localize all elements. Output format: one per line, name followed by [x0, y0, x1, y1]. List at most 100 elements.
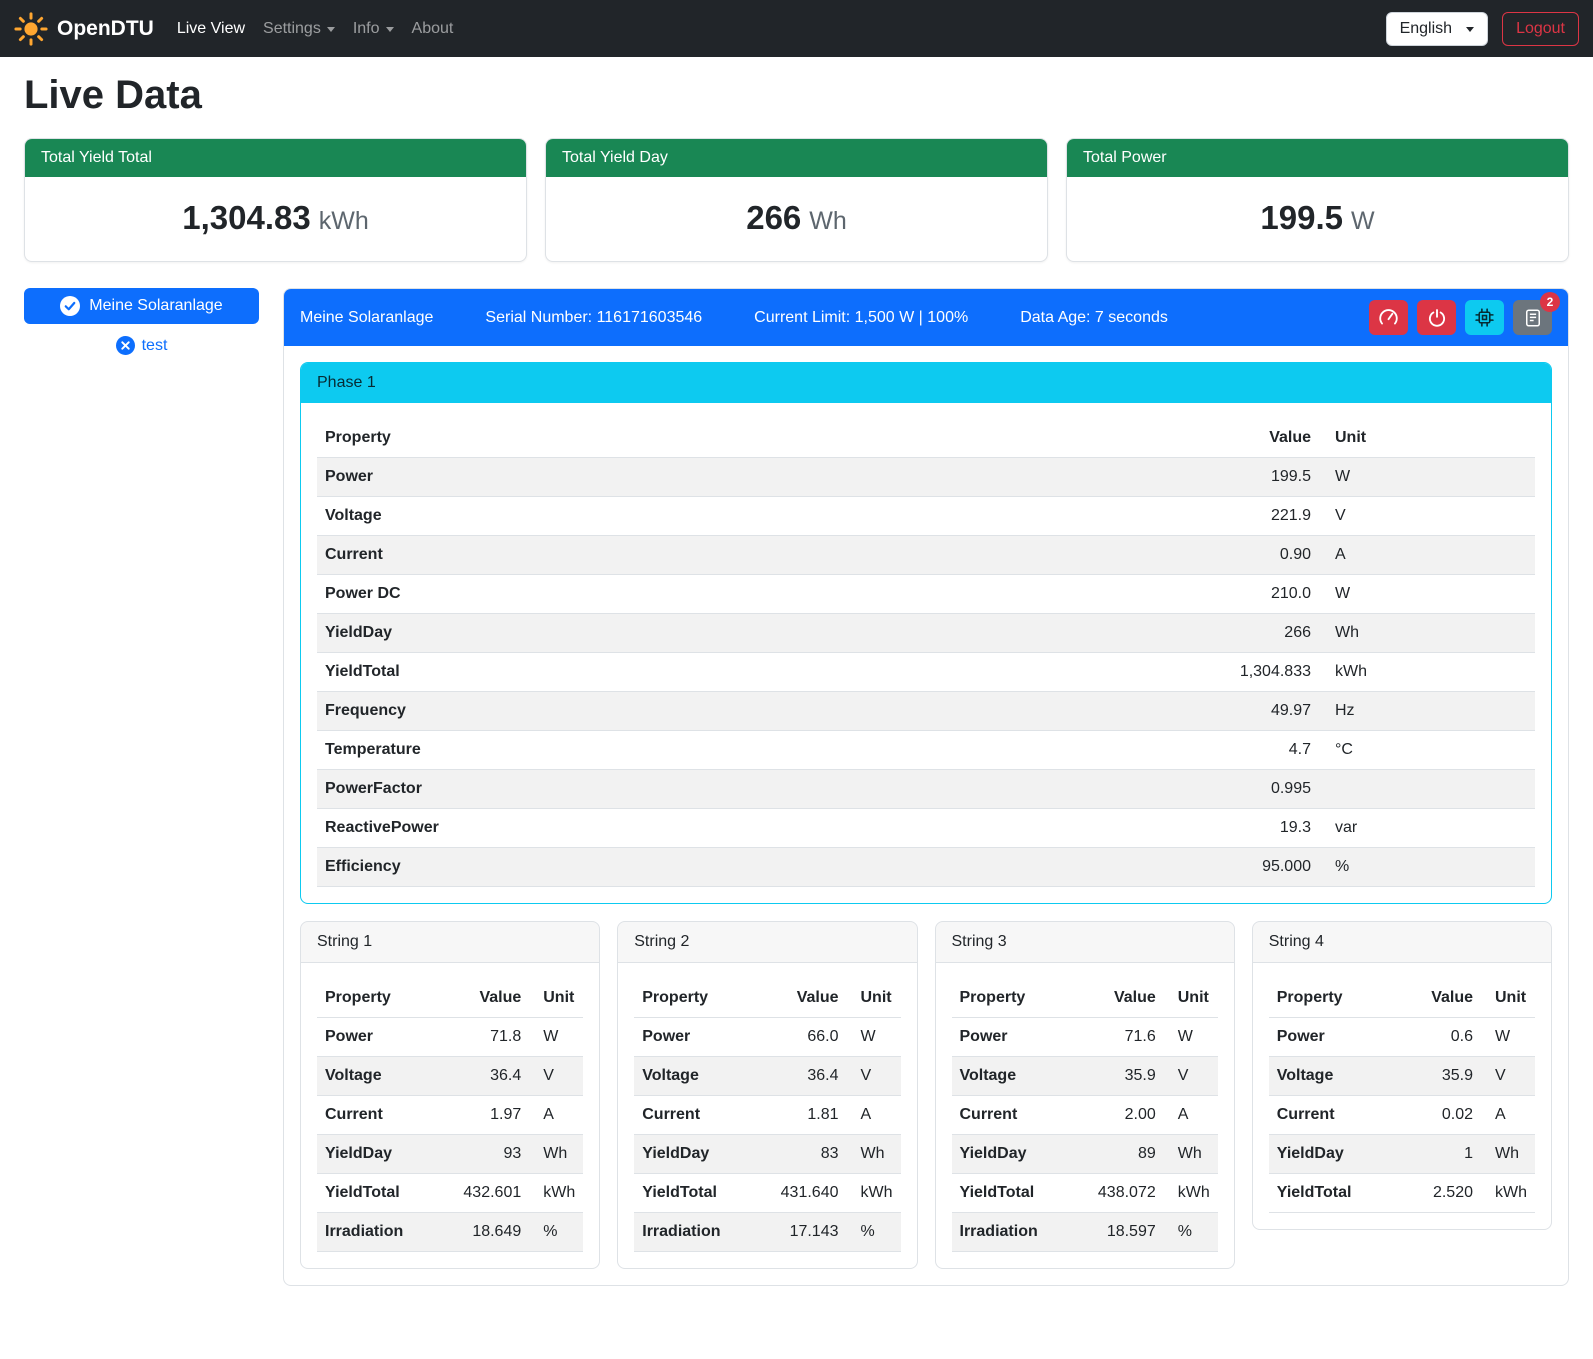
property-cell: YieldTotal: [317, 653, 1179, 692]
table-row: Current0.02A: [1269, 1096, 1535, 1135]
value-cell: 36.4: [769, 1057, 847, 1096]
chevron-down-icon: [386, 27, 394, 32]
unit-cell: kWh: [847, 1174, 901, 1213]
table-row: YieldDay93Wh: [317, 1135, 583, 1174]
inverter-card-header: Meine Solaranlage Serial Number: 1161716…: [284, 289, 1568, 346]
language-select[interactable]: English: [1386, 12, 1488, 46]
inverter-select-button-test[interactable]: test: [24, 336, 259, 355]
property-cell: YieldTotal: [952, 1174, 1086, 1213]
property-cell: Irradiation: [952, 1213, 1086, 1252]
event-log-button[interactable]: 2: [1513, 300, 1552, 335]
value-cell: 266: [1179, 614, 1319, 653]
property-cell: Voltage: [317, 497, 1179, 536]
sun-logo-icon: [14, 12, 48, 46]
unit-cell: V: [1481, 1057, 1535, 1096]
table-row: Voltage35.9V: [1269, 1057, 1535, 1096]
property-cell: YieldDay: [1269, 1135, 1403, 1174]
property-cell: Irradiation: [317, 1213, 451, 1252]
limit-settings-button[interactable]: [1369, 300, 1408, 335]
unit-cell: W: [529, 1018, 583, 1057]
nav-item-live-view[interactable]: Live View: [168, 12, 254, 46]
chevron-down-icon: [327, 27, 335, 32]
value-cell: 83: [769, 1135, 847, 1174]
table-row: YieldTotal431.640kWh: [634, 1174, 900, 1213]
string-table: Property Value Unit Power66.0WVoltage36.…: [634, 979, 900, 1252]
card-unit: kWh: [319, 207, 369, 235]
value-cell: 19.3: [1179, 809, 1319, 848]
table-row: Power66.0W: [634, 1018, 900, 1057]
table-row: Efficiency95.000%: [317, 848, 1535, 887]
table-row: YieldDay1Wh: [1269, 1135, 1535, 1174]
inverter-name: Meine Solaranlage: [300, 309, 433, 327]
property-cell: Current: [317, 1096, 451, 1135]
brand[interactable]: OpenDTU: [14, 12, 154, 46]
value-cell: 35.9: [1086, 1057, 1164, 1096]
value-cell: 0.90: [1179, 536, 1319, 575]
unit-cell: A: [847, 1096, 901, 1135]
unit-cell: kWh: [1481, 1174, 1535, 1213]
device-info-button[interactable]: [1465, 300, 1504, 335]
total-yield-total-card: Total Yield Total 1,304.83kWh: [24, 138, 527, 262]
property-cell: Voltage: [1269, 1057, 1403, 1096]
property-cell: Frequency: [317, 692, 1179, 731]
nav-item-label: About: [412, 20, 454, 38]
total-power-card: Total Power 199.5W: [1066, 138, 1569, 262]
property-cell: Efficiency: [317, 848, 1179, 887]
summary-cards: Total Yield Total 1,304.83kWh Total Yiel…: [24, 138, 1569, 262]
property-cell: YieldDay: [317, 1135, 451, 1174]
table-row: Voltage36.4V: [634, 1057, 900, 1096]
table-row: YieldTotal438.072kWh: [952, 1174, 1218, 1213]
column-header-property: Property: [317, 979, 451, 1018]
table-row: ReactivePower19.3var: [317, 809, 1535, 848]
table-row: Voltage221.9V: [317, 497, 1535, 536]
table-row: Frequency49.97Hz: [317, 692, 1535, 731]
unit-cell: V: [529, 1057, 583, 1096]
card-title: Total Power: [1067, 139, 1568, 177]
column-header-value: Value: [769, 979, 847, 1018]
table-row: Current1.97A: [317, 1096, 583, 1135]
table-header-row: Property Value Unit: [317, 419, 1535, 458]
unit-cell: V: [1319, 497, 1535, 536]
property-cell: Power DC: [317, 575, 1179, 614]
property-cell: Temperature: [317, 731, 1179, 770]
string-title: String 3: [936, 922, 1234, 963]
inverter-card: Meine Solaranlage Serial Number: 1161716…: [283, 288, 1569, 1286]
power-icon: [1427, 308, 1447, 328]
value-cell: 89: [1086, 1135, 1164, 1174]
brand-label: OpenDTU: [57, 17, 154, 41]
nav-item-info[interactable]: Info: [344, 12, 403, 46]
table-header-row: Property Value Unit: [1269, 979, 1535, 1018]
table-row: YieldTotal2.520kWh: [1269, 1174, 1535, 1213]
value-cell: 1.81: [769, 1096, 847, 1135]
column-header-unit: Unit: [1481, 979, 1535, 1018]
check-circle-icon: [60, 296, 80, 316]
column-header-property: Property: [317, 419, 1179, 458]
nav-item-about[interactable]: About: [403, 12, 463, 46]
value-cell: 1: [1403, 1135, 1481, 1174]
unit-cell: %: [847, 1213, 901, 1252]
logout-button[interactable]: Logout: [1502, 12, 1579, 46]
unit-cell: A: [529, 1096, 583, 1135]
unit-cell: %: [1319, 848, 1535, 887]
card-body: 266Wh: [546, 177, 1047, 261]
inverter-actions: 2: [1369, 300, 1552, 335]
value-cell: 221.9: [1179, 497, 1319, 536]
string-table: Property Value Unit Power0.6WVoltage35.9…: [1269, 979, 1535, 1213]
page-container: Live Data Total Yield Total 1,304.83kWh …: [0, 73, 1593, 1310]
table-row: Current2.00A: [952, 1096, 1218, 1135]
property-cell: ReactivePower: [317, 809, 1179, 848]
unit-cell: W: [1319, 575, 1535, 614]
nav-item-settings[interactable]: Settings: [254, 12, 344, 46]
column-header-value: Value: [1179, 419, 1319, 458]
power-button[interactable]: [1417, 300, 1456, 335]
string-body: Property Value Unit Power0.6WVoltage35.9…: [1253, 963, 1551, 1229]
phase-body: Property Value Unit Power199.5WVoltage22…: [301, 403, 1551, 903]
inverter-select-button-active[interactable]: Meine Solaranlage: [24, 288, 259, 324]
column-header-value: Value: [1403, 979, 1481, 1018]
unit-cell: Hz: [1319, 692, 1535, 731]
card-body: 1,304.83kWh: [25, 177, 526, 261]
navbar: OpenDTU Live View Settings Info About En…: [0, 0, 1593, 57]
language-select-value: English: [1400, 20, 1452, 38]
nav-item-label: Live View: [177, 20, 245, 38]
page-title: Live Data: [24, 73, 1569, 118]
